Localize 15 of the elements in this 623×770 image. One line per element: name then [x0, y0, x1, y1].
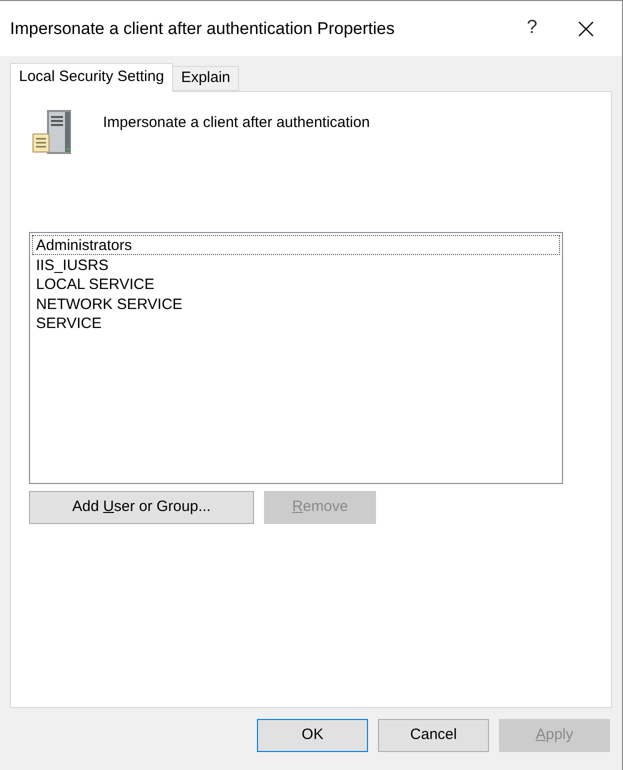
- list-item[interactable]: LOCAL SERVICE: [32, 274, 560, 294]
- dialog-button[interactable]: Cancel: [378, 719, 489, 752]
- list-item[interactable]: Administrators: [32, 235, 560, 254]
- policy-name: Impersonate a client after authentication: [103, 113, 370, 133]
- list-item[interactable]: NETWORK SERVICE: [32, 294, 560, 313]
- dialog-button[interactable]: OK: [257, 719, 368, 752]
- list-item[interactable]: SERVICE: [32, 313, 560, 332]
- tab[interactable]: Explain: [173, 66, 240, 91]
- help-button[interactable]: ?: [512, 14, 552, 43]
- window-title: Impersonate a client after authentication Properties: [10, 18, 396, 40]
- tab[interactable]: Local Security Setting: [10, 63, 174, 92]
- member-list[interactable]: Administrators IIS_IUSRS LOCAL SERVICE NETWORK SERVICE SERVICE: [29, 232, 563, 484]
- add-button[interactable]: Add User or Group...: [29, 491, 254, 524]
- list-item[interactable]: IIS_IUSRS: [32, 254, 560, 274]
- close-icon[interactable]: [578, 20, 594, 36]
